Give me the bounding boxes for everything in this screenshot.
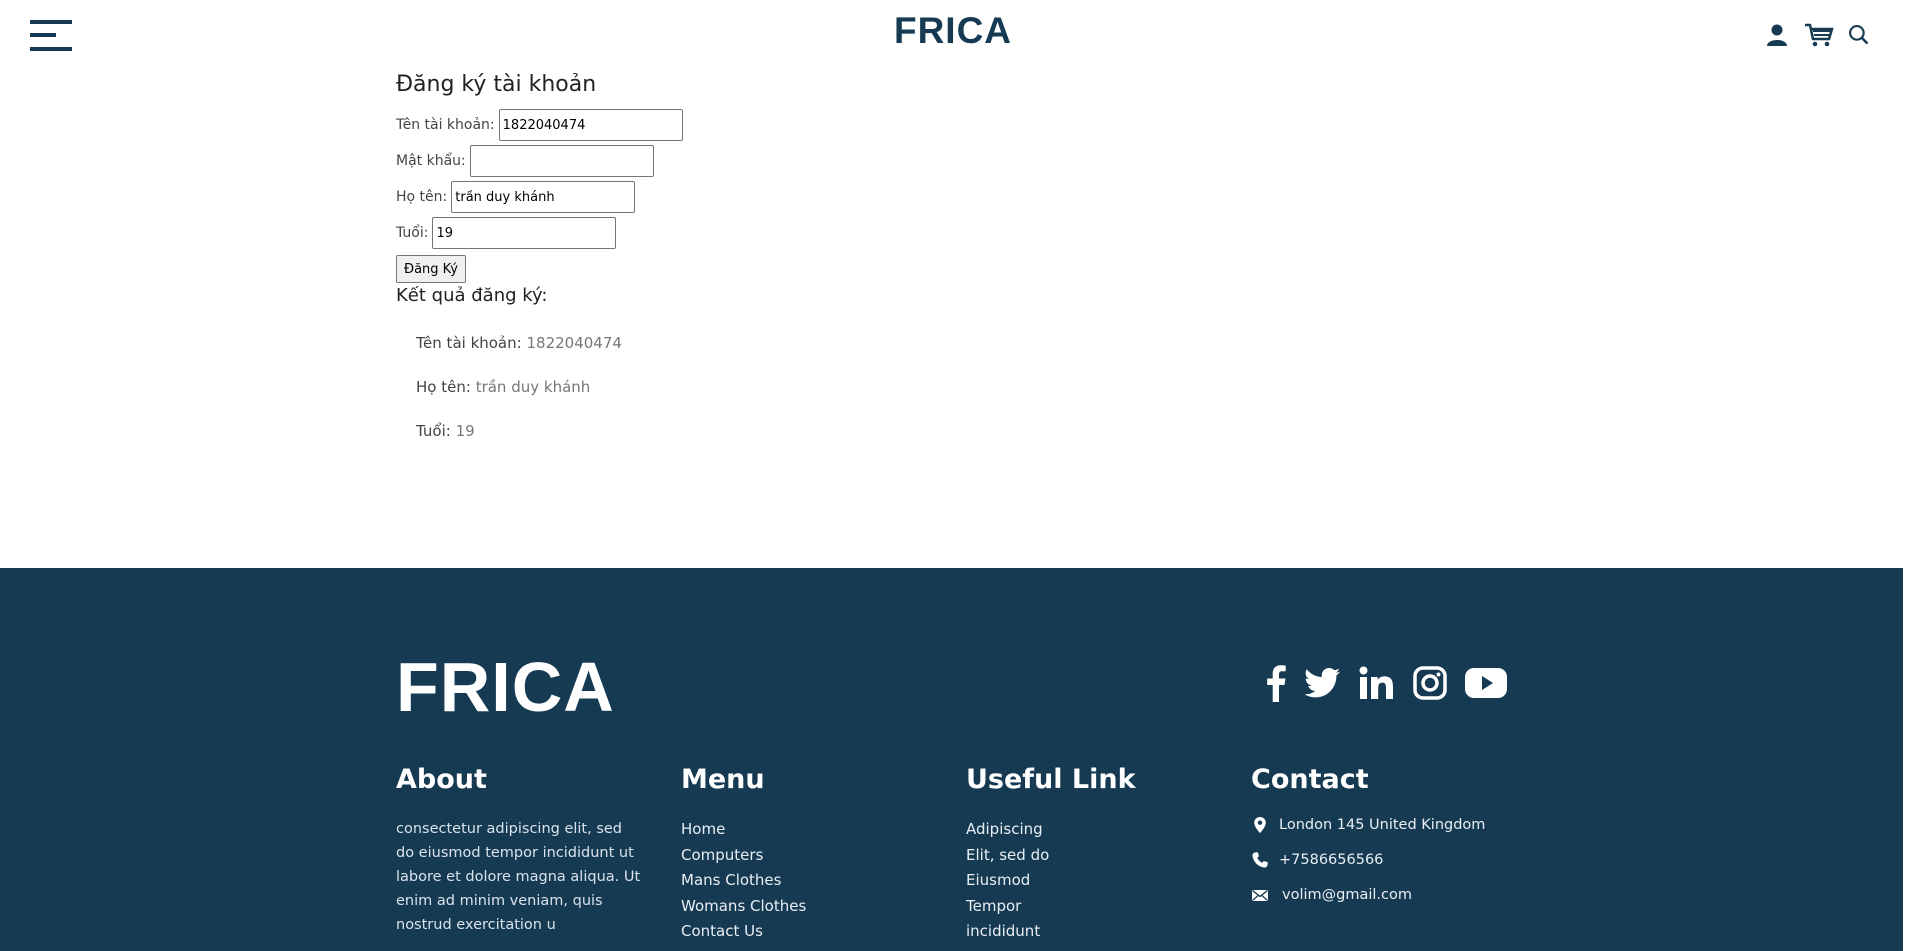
footer-menu-column: Menu Home Computers Mans Clothes Womans …: [681, 764, 931, 945]
header-actions: [1764, 22, 1870, 48]
fullname-row: Họ tên:: [396, 179, 1096, 215]
site-logo[interactable]: FRICA: [0, 10, 1906, 52]
form-title: Đăng ký tài khoản: [396, 72, 597, 97]
result-item-fullname: Họ tên: trần duy khánh: [416, 378, 1096, 422]
password-row: Mật khẩu:: [396, 143, 1096, 179]
result-item-age: Tuổi: 19: [416, 422, 1096, 466]
mail-icon: [1252, 889, 1268, 901]
address-text: London 145 United Kingdom: [1279, 816, 1486, 833]
useful-heading: Useful Link: [966, 764, 1136, 795]
twitter-icon[interactable]: [1305, 667, 1341, 699]
footer-about-column: About consectetur adipiscing elit, sed d…: [396, 764, 646, 937]
useful-link[interactable]: Elit, sed do: [966, 843, 1216, 869]
email-text[interactable]: volim@gmail.com: [1282, 887, 1412, 903]
registration-section: Đăng ký tài khoản Tên tài khoản: Mật khẩ…: [396, 68, 1096, 466]
result-title: Kết quả đăng ký:: [396, 285, 548, 306]
age-input[interactable]: [432, 217, 617, 249]
about-heading: About: [396, 764, 487, 795]
instagram-icon[interactable]: [1413, 666, 1447, 700]
menu-list: Home Computers Mans Clothes Womans Cloth…: [681, 817, 931, 945]
result-label: Tuổi:: [416, 422, 451, 440]
menu-heading: Menu: [681, 764, 765, 795]
user-icon[interactable]: [1764, 22, 1790, 48]
contact-heading: Contact: [1251, 764, 1369, 795]
footer-useful-column: Useful Link Adipiscing Elit, sed do Eius…: [966, 764, 1216, 945]
social-links: [1265, 664, 1507, 702]
contact-email: volim@gmail.com: [1251, 877, 1501, 912]
useful-list: Adipiscing Elit, sed do Eiusmod Tempor i…: [966, 817, 1216, 945]
useful-link[interactable]: Tempor: [966, 894, 1216, 920]
phone-icon: [1252, 851, 1268, 868]
result-label: Tên tài khoản:: [416, 334, 522, 352]
menu-link-mans-clothes[interactable]: Mans Clothes: [681, 868, 931, 894]
cart-icon[interactable]: [1804, 22, 1834, 48]
footer-logo[interactable]: FRICA: [396, 652, 615, 722]
useful-link[interactable]: Eiusmod: [966, 868, 1216, 894]
menu-link-contact-us[interactable]: Contact Us: [681, 919, 931, 945]
password-label: Mật khẩu:: [396, 153, 466, 169]
menu-link-computers[interactable]: Computers: [681, 843, 931, 869]
username-row: Tên tài khoản:: [396, 107, 1096, 143]
result-label: Họ tên:: [416, 378, 471, 396]
result-value: trần duy khánh: [475, 378, 591, 396]
contact-phone: +7586656566: [1251, 842, 1501, 877]
menu-link-womans-clothes[interactable]: Womans Clothes: [681, 894, 931, 920]
search-icon[interactable]: [1848, 24, 1870, 46]
site-header: FRICA: [0, 0, 1906, 68]
useful-link[interactable]: incididunt: [966, 919, 1216, 945]
username-input[interactable]: [498, 109, 683, 141]
linkedin-icon[interactable]: [1359, 666, 1395, 700]
footer-contact-column: Contact London 145 United Kingdom +75866…: [1251, 764, 1501, 912]
menu-link-home[interactable]: Home: [681, 817, 931, 843]
register-button[interactable]: Đăng Ký: [396, 255, 466, 283]
result-value: 19: [455, 422, 475, 440]
contact-address: London 145 United Kingdom: [1251, 807, 1501, 842]
site-footer: FRICA About consectetur adipiscing elit,…: [0, 568, 1906, 951]
result-item-username: Tên tài khoản: 1822040474: [416, 334, 1096, 378]
age-label: Tuổi:: [396, 225, 429, 241]
result-value: 1822040474: [526, 334, 622, 352]
location-pin-icon: [1254, 816, 1266, 833]
age-row: Tuổi:: [396, 215, 1096, 251]
result-list: Tên tài khoản: 1822040474 Họ tên: trần d…: [396, 334, 1096, 466]
fullname-label: Họ tên:: [396, 189, 448, 205]
phone-text[interactable]: +7586656566: [1279, 852, 1383, 868]
facebook-icon[interactable]: [1265, 664, 1287, 702]
youtube-icon[interactable]: [1465, 667, 1507, 699]
useful-link[interactable]: Adipiscing: [966, 817, 1216, 843]
username-label: Tên tài khoản:: [396, 117, 495, 133]
password-input[interactable]: [469, 145, 654, 177]
about-text: consectetur adipiscing elit, sed do eius…: [396, 821, 641, 933]
fullname-input[interactable]: [451, 181, 636, 213]
